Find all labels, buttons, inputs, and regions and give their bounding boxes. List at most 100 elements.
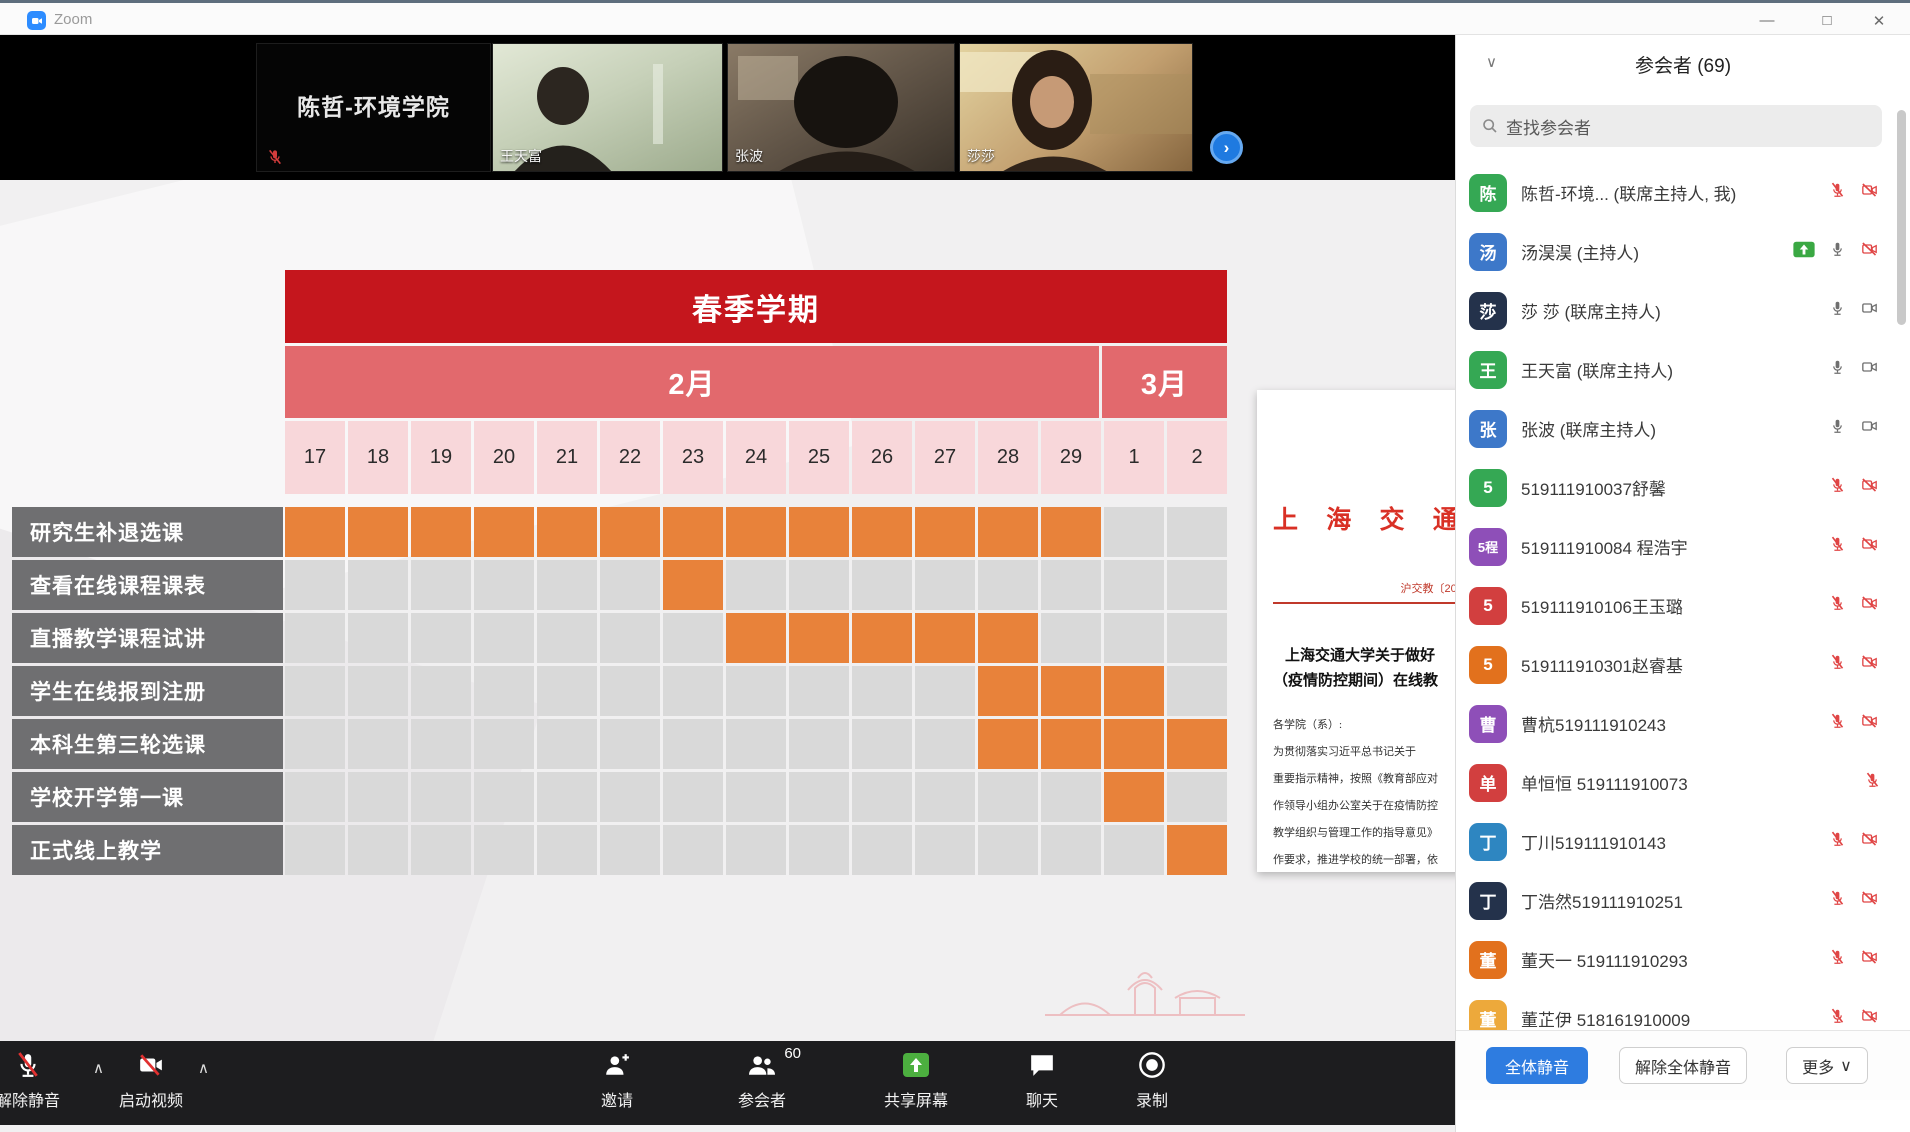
participant-row[interactable]: 5程519111910084 程浩宇	[1456, 517, 1896, 576]
panel-scrollbar[interactable]	[1897, 110, 1906, 325]
gantt-row-label: 学生在线报到注册	[12, 666, 283, 716]
gantt-cell	[411, 825, 471, 875]
avatar: 陈	[1469, 174, 1507, 212]
search-participants-input[interactable]: 查找参会者	[1470, 105, 1882, 147]
participant-row[interactable]: 董董天一 519111910293	[1456, 930, 1896, 989]
participant-row[interactable]: 曹曹杭519111910243	[1456, 694, 1896, 753]
gantt-cell-active	[1104, 719, 1164, 769]
share-screen-button[interactable]: 共享屏幕	[866, 1049, 966, 1111]
participant-status-icons	[1830, 357, 1880, 382]
chat-button[interactable]: 聊天	[1012, 1049, 1072, 1111]
shared-document: 上 海 交 通 沪交教〔2020 上海交通大学关于做好 （疫情防控期间）在线教 …	[1257, 390, 1471, 872]
record-button[interactable]: 录制	[1122, 1049, 1182, 1111]
gantt-date-label: 24	[726, 421, 786, 494]
video-tile-chenzhe[interactable]: 陈哲-环境学院	[256, 43, 491, 172]
participant-name-overlay: 王天富	[500, 146, 542, 166]
muted-mic-icon	[1830, 1006, 1845, 1031]
record-icon	[1138, 1049, 1166, 1081]
gantt-cell-active	[1041, 666, 1101, 716]
gantt-cell	[537, 560, 597, 610]
gantt-cell	[348, 719, 408, 769]
participant-row[interactable]: 丁丁川519111910143	[1456, 812, 1896, 871]
screen-sharing-icon	[1792, 241, 1816, 263]
gantt-row-label: 本科生第三轮选课	[12, 719, 283, 769]
gantt-date-label: 1	[1104, 421, 1164, 494]
gantt-cell-active	[978, 719, 1038, 769]
gantt-cell-active	[852, 507, 912, 557]
maximize-button[interactable]: □	[1804, 7, 1850, 34]
gantt-cell	[726, 772, 786, 822]
gantt-cell-active	[1104, 772, 1164, 822]
gantt-cell	[1167, 666, 1227, 716]
participant-name: 丁川519111910143	[1521, 829, 1666, 854]
video-options-chevron[interactable]: ∧	[198, 1059, 209, 1077]
next-videos-button[interactable]: ›	[1210, 131, 1243, 164]
participant-row[interactable]: 王王天富 (联席主持人)	[1456, 340, 1896, 399]
participant-name: 单恒恒 519111910073	[1521, 770, 1688, 795]
video-tile-zhangbo[interactable]: 张波	[727, 43, 955, 172]
minimize-button[interactable]: —	[1744, 7, 1790, 34]
gantt-cell	[411, 666, 471, 716]
participant-name: 丁浩然519111910251	[1521, 888, 1683, 913]
gantt-cell	[537, 719, 597, 769]
gantt-cell-active	[348, 507, 408, 557]
gantt-cell	[285, 825, 345, 875]
gantt-cell-active	[915, 507, 975, 557]
gantt-date-label: 23	[663, 421, 723, 494]
participant-row[interactable]: 单单恒恒 519111910073	[1456, 753, 1896, 812]
participant-row[interactable]: 汤汤淏淏 (主持人)	[1456, 222, 1896, 281]
unmute-all-button[interactable]: 解除全体静音	[1619, 1047, 1747, 1084]
participant-row[interactable]: 5519111910106王玉璐	[1456, 576, 1896, 635]
participant-row[interactable]: 张张波 (联席主持人)	[1456, 399, 1896, 458]
mute-all-button[interactable]: 全体静音	[1486, 1047, 1588, 1084]
participants-list: 陈陈哲-环境... (联席主持人, 我)汤汤淏淏 (主持人)莎莎 莎 (联席主持…	[1456, 163, 1896, 1048]
mic-icon	[1830, 416, 1845, 441]
participants-button[interactable]: 60 参会者	[712, 1049, 812, 1111]
participant-name: 519111910106王玉璐	[1521, 593, 1683, 618]
gantt-cell	[285, 719, 345, 769]
participant-name: 519111910084 程浩宇	[1521, 534, 1688, 559]
more-button[interactable]: 更多 ∨	[1786, 1047, 1868, 1084]
gantt-cell	[663, 613, 723, 663]
chat-bubble-icon	[1028, 1049, 1056, 1081]
participant-row[interactable]: 莎莎 莎 (联席主持人)	[1456, 281, 1896, 340]
document-text-line: 作要求，推进学校的统一部署，依	[1273, 851, 1471, 867]
gantt-cell	[600, 719, 660, 769]
video-off-icon	[1859, 477, 1880, 498]
document-title: 上海交通大学关于做好	[1273, 644, 1471, 665]
invite-button[interactable]: 邀请	[577, 1049, 657, 1111]
gantt-cell-active	[411, 507, 471, 557]
gantt-cell	[411, 560, 471, 610]
participant-row[interactable]: 5519111910037舒馨	[1456, 458, 1896, 517]
participant-status-icons	[1830, 475, 1880, 500]
unmute-button[interactable]: 解除静音	[0, 1049, 60, 1111]
video-off-icon	[136, 1049, 166, 1081]
document-number: 沪交教〔2020	[1273, 580, 1471, 596]
meeting-toolbar: 解除静音 ∧ 启动视频 ∧ 邀请 60 参会者 共享屏幕 聊天	[0, 1041, 1455, 1125]
gantt-cell	[537, 666, 597, 716]
gantt-date-label: 25	[789, 421, 849, 494]
start-video-button[interactable]: 启动视频	[96, 1049, 206, 1111]
close-button[interactable]: ✕	[1856, 7, 1902, 34]
gantt-date-label: 29	[1041, 421, 1101, 494]
video-tile-wangtianfu[interactable]: 王天富	[492, 43, 723, 172]
zoom-logo-icon	[27, 11, 46, 30]
video-off-icon	[1859, 536, 1880, 557]
document-letterhead: 上 海 交 通	[1273, 500, 1471, 536]
participant-row[interactable]: 陈陈哲-环境... (联席主持人, 我)	[1456, 163, 1896, 222]
participant-name: 519111910037舒馨	[1521, 475, 1666, 500]
avatar: 曹	[1469, 705, 1507, 743]
participant-status-icons	[1792, 239, 1880, 264]
gantt-date-label: 17	[285, 421, 345, 494]
participant-row[interactable]: 丁丁浩然519111910251	[1456, 871, 1896, 930]
participant-row[interactable]: 5519111910301赵睿基	[1456, 635, 1896, 694]
gantt-date-label: 2	[1167, 421, 1227, 494]
document-text-line: 教学组织与管理工作的指导意见》	[1273, 824, 1471, 840]
video-tile-shasha[interactable]: 莎莎	[959, 43, 1193, 172]
participant-status-icons	[1830, 1006, 1880, 1031]
avatar: 单	[1469, 764, 1507, 802]
gantt-cell-active	[726, 507, 786, 557]
participants-panel: ∨ 参会者 (69) 查找参会者 陈陈哲-环境... (联席主持人, 我)汤汤淏…	[1455, 35, 1910, 1132]
gantt-cell-active	[1041, 719, 1101, 769]
participant-status-icons	[1865, 770, 1880, 795]
